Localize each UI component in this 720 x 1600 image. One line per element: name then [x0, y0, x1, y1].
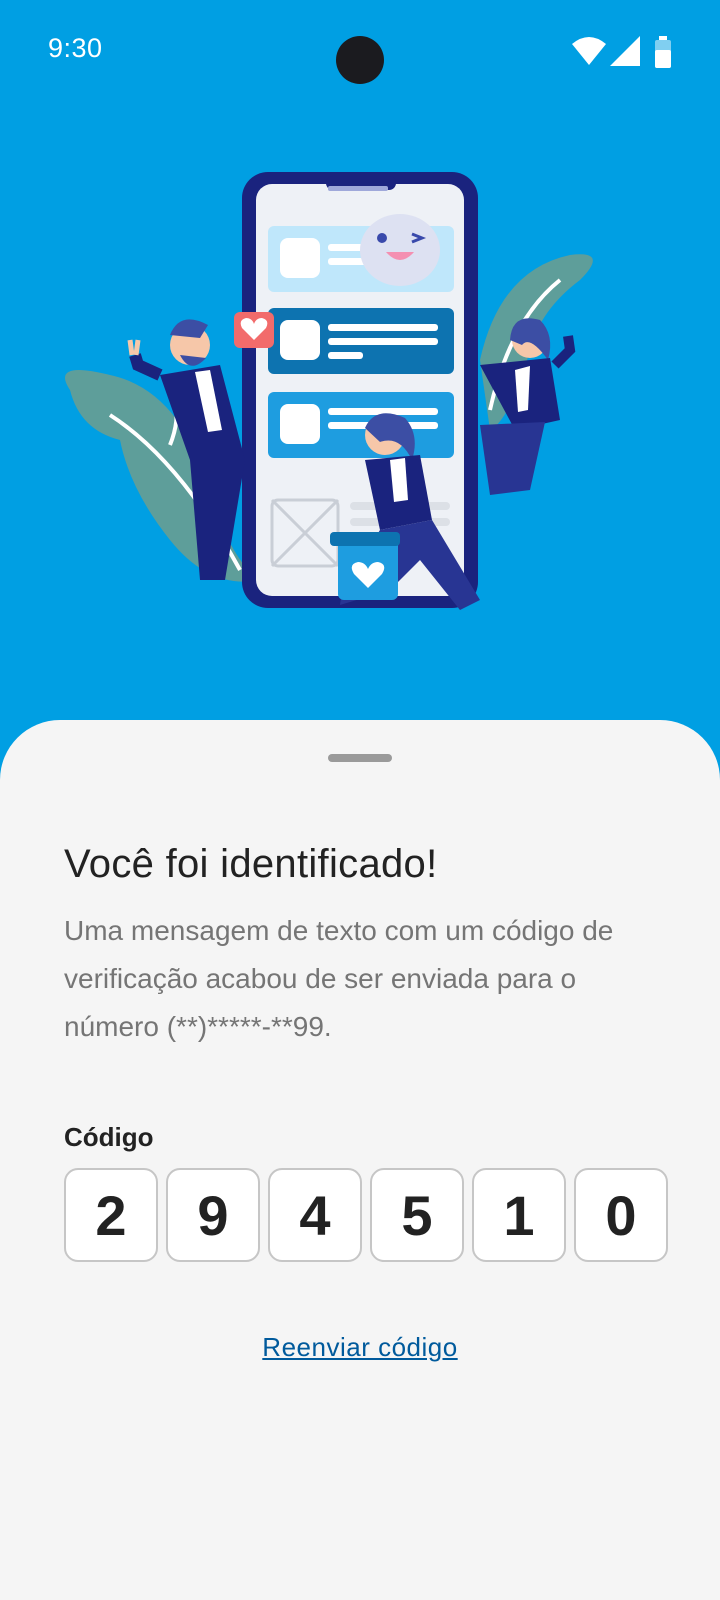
- emoji-face: [360, 214, 440, 286]
- code-digit-box[interactable]: 9: [166, 1168, 260, 1262]
- wifi-icon: [572, 37, 606, 65]
- phone-with-people-illustration: [60, 160, 620, 640]
- code-digit-box[interactable]: 1: [472, 1168, 566, 1262]
- sheet-title: Você foi identificado!: [64, 842, 438, 886]
- drag-handle[interactable]: [328, 754, 392, 762]
- resend-code-link[interactable]: Reenviar código: [0, 1332, 720, 1363]
- cellular-signal-icon: [610, 36, 640, 66]
- status-icons: [572, 36, 672, 70]
- battery-icon: [655, 36, 671, 68]
- code-label: Código: [64, 1122, 154, 1152]
- bottom-sheet: Você foi identificado! Uma mensagem de t…: [0, 720, 720, 1600]
- code-digit-box[interactable]: 2: [64, 1168, 158, 1262]
- code-digit-box[interactable]: 0: [574, 1168, 668, 1262]
- front-camera: [336, 36, 384, 84]
- status-bar: 9:30: [0, 0, 720, 100]
- sheet-description: Uma mensagem de texto com um código de v…: [64, 915, 614, 1042]
- code-digit-box[interactable]: 5: [370, 1168, 464, 1262]
- status-time: 9:30: [48, 33, 103, 63]
- code-digit-box[interactable]: 4: [268, 1168, 362, 1262]
- verification-code-input[interactable]: 2 9 4 5 1 0: [64, 1168, 668, 1262]
